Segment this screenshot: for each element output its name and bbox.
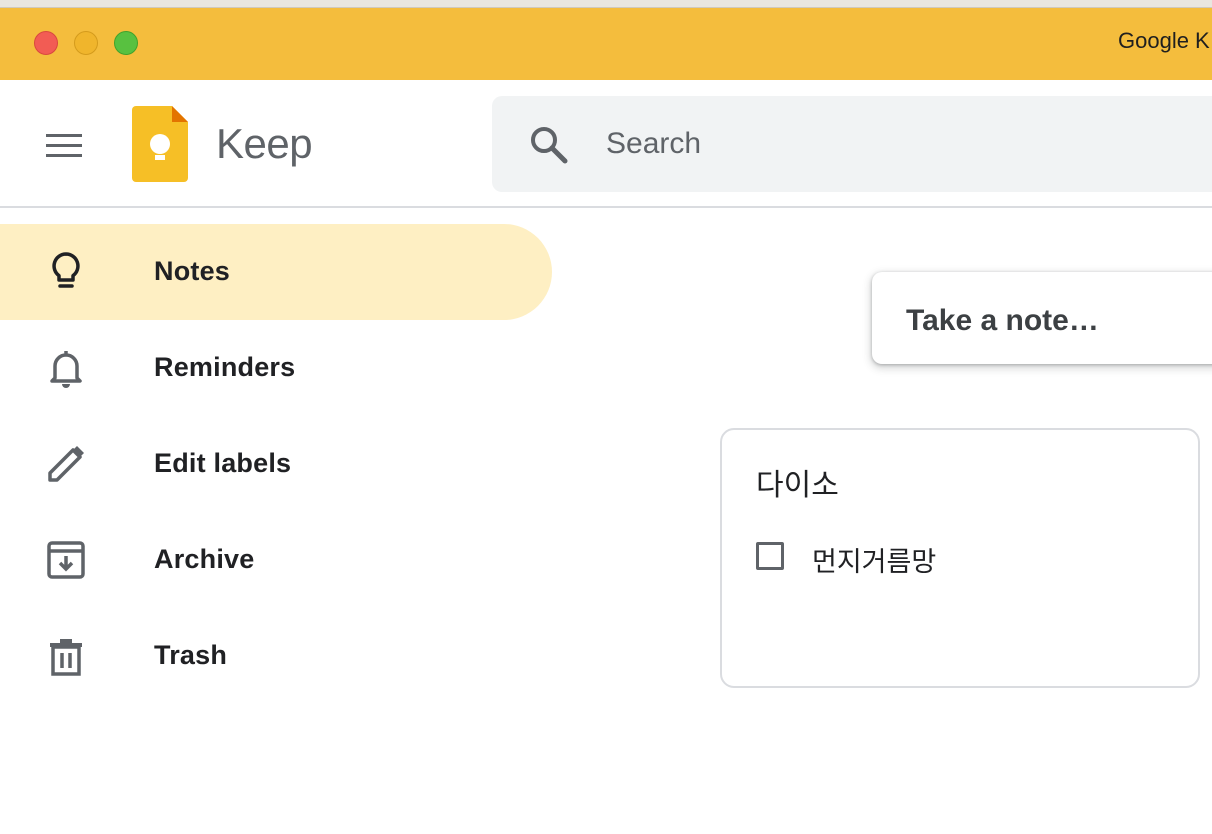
note-card[interactable]: 다이소 먼지거름망 bbox=[720, 428, 1200, 688]
window-maximize-button[interactable] bbox=[114, 31, 138, 55]
hamburger-icon-line bbox=[46, 144, 82, 147]
window-title: Google K bbox=[1118, 28, 1210, 53]
checkbox-icon[interactable] bbox=[756, 542, 784, 570]
sidebar-item-reminders[interactable]: Reminders bbox=[0, 320, 552, 416]
checklist-item: 먼지거름망 bbox=[756, 538, 1176, 578]
sidebar-item-trash[interactable]: Trash bbox=[0, 608, 552, 704]
window-titlebar: Google K bbox=[0, 8, 1212, 80]
keep-logo-icon[interactable] bbox=[132, 106, 188, 182]
sidebar-nav: Notes Reminders Edit labels Archive Tras… bbox=[0, 224, 560, 704]
note-title: 다이소 bbox=[756, 469, 839, 502]
sidebar-item-notes[interactable]: Notes bbox=[0, 224, 552, 320]
app-header: Keep bbox=[0, 80, 1212, 208]
lightbulb-icon bbox=[44, 250, 88, 294]
search-icon[interactable] bbox=[528, 124, 570, 166]
window-close-button[interactable] bbox=[34, 31, 58, 55]
sidebar-item-edit-labels[interactable]: Edit labels bbox=[0, 416, 552, 512]
archive-icon bbox=[44, 538, 88, 582]
sidebar-item-archive[interactable]: Archive bbox=[0, 512, 552, 608]
search-input[interactable] bbox=[604, 122, 1164, 166]
window-minimize-button[interactable] bbox=[74, 31, 98, 55]
keep-logo-text[interactable]: Keep bbox=[216, 120, 313, 168]
bell-icon bbox=[44, 346, 88, 390]
checklist-item-text: 먼지거름망 bbox=[812, 547, 937, 577]
pencil-icon bbox=[44, 442, 88, 486]
take-a-note-input[interactable]: Take a note… bbox=[872, 272, 1212, 364]
background-windows-strip bbox=[0, 0, 1212, 8]
sidebar-item-label: Reminders bbox=[154, 352, 296, 382]
main-menu-button[interactable] bbox=[36, 122, 92, 170]
hamburger-icon bbox=[46, 134, 82, 137]
search-bar bbox=[492, 96, 1212, 192]
trash-icon bbox=[44, 634, 88, 678]
sidebar-item-label: Notes bbox=[154, 256, 231, 286]
sidebar-item-label: Trash bbox=[154, 640, 228, 670]
sidebar-item-label: Edit labels bbox=[154, 448, 292, 478]
sidebar-item-label: Archive bbox=[154, 544, 255, 574]
take-a-note-placeholder: Take a note… bbox=[906, 304, 1099, 337]
hamburger-icon-line bbox=[46, 154, 82, 157]
